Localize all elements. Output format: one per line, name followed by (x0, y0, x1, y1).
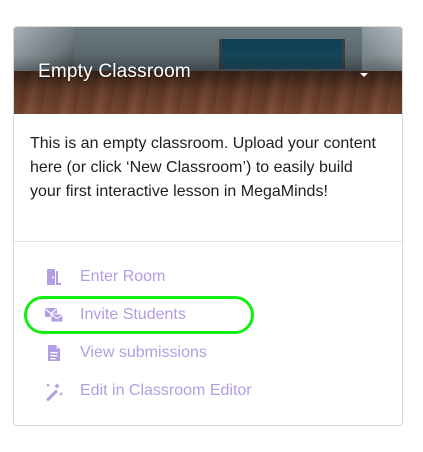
enter-room-link[interactable]: Enter Room (14, 258, 402, 296)
view-submissions-label: View submissions (80, 344, 207, 361)
classroom-description: This is an empty classroom. Upload your … (14, 114, 402, 242)
view-submissions-link[interactable]: View submissions (14, 334, 402, 372)
action-list: Enter Room Invite Students View submissi… (14, 242, 402, 410)
classroom-banner: Empty Classroom (14, 27, 402, 114)
chevron-down-icon[interactable] (356, 67, 372, 83)
invite-students-label: Invite Students (80, 306, 186, 323)
edit-classroom-label: Edit in Classroom Editor (80, 382, 252, 399)
document-icon (44, 343, 64, 363)
classroom-card: Empty Classroom This is an empty classro… (13, 26, 403, 426)
magic-wand-icon (44, 381, 64, 401)
edit-classroom-link[interactable]: Edit in Classroom Editor (14, 372, 402, 410)
enter-room-label: Enter Room (80, 268, 166, 285)
invite-students-link[interactable]: Invite Students (14, 296, 402, 334)
classroom-title: Empty Classroom (38, 61, 191, 82)
invite-icon (44, 305, 64, 325)
door-icon (44, 267, 64, 287)
